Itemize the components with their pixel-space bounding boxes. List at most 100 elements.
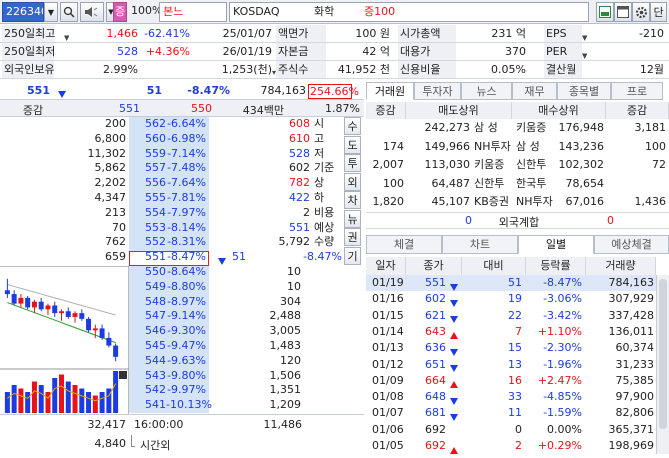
side-button-7[interactable]: 기 xyxy=(344,246,361,265)
window-icon[interactable] xyxy=(614,2,632,22)
expected-price: 551 xyxy=(289,220,310,234)
layout-icon[interactable] xyxy=(596,2,614,22)
daily-row[interactable]: 01/09 664 16 +2.47% 75,385 xyxy=(366,373,656,389)
bid-row[interactable]: 543 -9.80% 1,506 xyxy=(129,369,305,384)
single-mode-button[interactable]: 단 xyxy=(650,2,667,22)
stat-row: 608 시 xyxy=(210,117,344,132)
bottom-tab-0[interactable]: 체결 xyxy=(366,235,442,254)
expected-price-row: 551 예상 xyxy=(210,221,344,236)
scrollbar-thumb[interactable] xyxy=(659,279,667,429)
stock-code-input[interactable]: 226340 xyxy=(2,2,44,22)
ask-price: 557 xyxy=(145,161,166,175)
foreign-sell: 0 xyxy=(465,214,472,227)
daily-rate: -4.85% xyxy=(543,390,582,404)
ask-price: 551 xyxy=(145,250,166,264)
bid-qty: 1,506 xyxy=(269,368,302,382)
volume-bar xyxy=(4,392,10,413)
tab-5[interactable]: 프로 xyxy=(611,82,663,100)
row-divider xyxy=(0,78,669,79)
bid-row[interactable]: 550 -8.64% 10 xyxy=(129,265,305,280)
current-price: 551 xyxy=(27,84,50,97)
dropdown-icon[interactable]: ▾ xyxy=(272,64,276,82)
broker-sell-qty: 45,107 xyxy=(431,195,471,208)
side-button-1[interactable]: 도 xyxy=(344,135,361,154)
bid-qty: 10 xyxy=(287,265,301,278)
bid-row[interactable]: 542 -9.97% 1,351 xyxy=(129,383,305,398)
bid-row[interactable]: 548 -8.97% 304 xyxy=(129,295,305,310)
bid-row[interactable]: 547 -9.14% 2,488 xyxy=(129,309,305,324)
volume-bar xyxy=(11,385,17,413)
bid-row[interactable]: 545 -9.47% 1,483 xyxy=(129,339,305,354)
expected-rate: -8.47% xyxy=(303,250,342,264)
expected-change-row: 51 -8.47% xyxy=(210,250,344,265)
ask-qty: 762 xyxy=(105,235,126,249)
speaker-icon[interactable] xyxy=(80,2,104,22)
broker-row[interactable]: 242,273 삼 성 키움증 176,948 3,181 xyxy=(366,119,669,136)
bid-row[interactable]: 541 -10.13% 1,209 xyxy=(129,398,305,413)
bottom-tab-2[interactable]: 일별 xyxy=(518,235,594,254)
search-icon[interactable] xyxy=(60,2,78,22)
broker-sell-change: 2,007 xyxy=(372,158,405,171)
broker-row[interactable]: 100 64,487 신한투 한국투 78,654 xyxy=(366,175,669,192)
ask-price: 555 xyxy=(145,191,166,204)
daily-row[interactable]: 01/14 643 7 +1.10% 136,011 xyxy=(366,324,656,340)
tab-2[interactable]: 뉴스 xyxy=(461,82,512,100)
volume: 784,163 xyxy=(260,84,307,97)
candle-body xyxy=(79,313,85,319)
side-button-2[interactable]: 투 xyxy=(344,154,361,172)
daily-scrollbar[interactable] xyxy=(656,275,669,454)
stat-row: 602 기준 xyxy=(210,161,344,176)
broker-sell-change: 100 xyxy=(383,176,404,190)
daily-row[interactable]: 01/13 636 15 -2.30% 60,374 xyxy=(366,340,656,356)
info-l1: 외국인보유 xyxy=(2,61,55,79)
info-l4: 결산월 xyxy=(544,61,582,79)
daily-close: 643 xyxy=(425,324,446,338)
volume-bar xyxy=(72,385,78,413)
bid-rate: -8.80% xyxy=(167,279,206,293)
daily-row[interactable]: 01/08 648 33 -4.85% 97,900 xyxy=(366,389,656,405)
daily-row[interactable]: 01/16 602 19 -3.06% 307,929 xyxy=(366,291,656,307)
broker-row[interactable]: 174 149,966 NH투자 삼 성 143,236 100 xyxy=(366,138,669,155)
daily-row[interactable]: 01/19 551 51 -8.47% 784,163 xyxy=(366,275,656,292)
daily-date: 01/16 xyxy=(372,292,404,306)
daily-row[interactable]: 01/12 651 13 -1.96% 31,233 xyxy=(366,357,656,373)
broker-row[interactable]: 2,007 113,030 키움증 신한투 102,302 72 xyxy=(366,156,669,173)
bid-row[interactable]: 546 -9.30% 3,005 xyxy=(129,324,305,339)
side-button-6[interactable]: 권 xyxy=(344,228,361,246)
code-dropdown-icon[interactable]: ▼ xyxy=(44,2,58,22)
daily-row[interactable]: 01/15 621 22 -3.42% 337,428 xyxy=(366,308,656,324)
bid-row[interactable]: 544 -9.63% 120 xyxy=(129,354,305,369)
daily-close: 621 xyxy=(425,308,446,322)
daily-row[interactable]: 01/06 692 0 0.00% 365,371 xyxy=(366,422,656,438)
side-button-5[interactable]: 뉴 xyxy=(344,209,361,228)
broker-buy-name: 삼 성 xyxy=(516,139,540,153)
broker-row[interactable]: 1,820 45,107 KB증권 NH투자 67,016 1,436 xyxy=(366,193,669,210)
gear-icon[interactable] xyxy=(632,2,650,22)
expected-label: 예상 xyxy=(314,220,335,234)
bid-price: 549 xyxy=(145,279,166,293)
info-v1: 1,466 xyxy=(106,27,139,40)
side-button-0[interactable]: 수 xyxy=(344,117,361,135)
candle-body xyxy=(38,301,44,310)
stat-row: 422 하 xyxy=(210,191,344,206)
daily-change: 15 xyxy=(508,341,522,355)
tab-3[interactable]: 재무 xyxy=(512,82,557,100)
bottom-tab-3[interactable]: 예상체결 xyxy=(594,235,669,254)
daily-header-0: 일자 xyxy=(366,257,406,275)
side-button-3[interactable]: 외 xyxy=(344,172,361,191)
candle-body xyxy=(31,301,37,308)
tab-0[interactable]: 거래원 xyxy=(366,82,414,100)
bid-row[interactable]: 549 -8.80% 10 xyxy=(129,280,305,295)
daily-row[interactable]: 01/07 681 11 -1.59% 82,806 xyxy=(366,405,656,421)
stat-row: 2 비용 xyxy=(210,206,344,221)
bottom-tab-1[interactable]: 차트 xyxy=(442,235,518,254)
tab-4[interactable]: 종목별 xyxy=(557,82,611,100)
info-l1: 250일최저 xyxy=(2,43,55,61)
tab-1[interactable]: 투자자 xyxy=(414,82,461,100)
daily-rate: -1.96% xyxy=(543,357,582,371)
daily-row[interactable]: 01/05 692 2 +0.29% 198,969 xyxy=(366,438,656,454)
after-hours-label: 시간외 xyxy=(140,439,171,452)
info-p1: +4.36% xyxy=(145,45,190,58)
ask-rate: -8.14% xyxy=(167,220,206,234)
side-button-4[interactable]: 차 xyxy=(344,191,361,209)
